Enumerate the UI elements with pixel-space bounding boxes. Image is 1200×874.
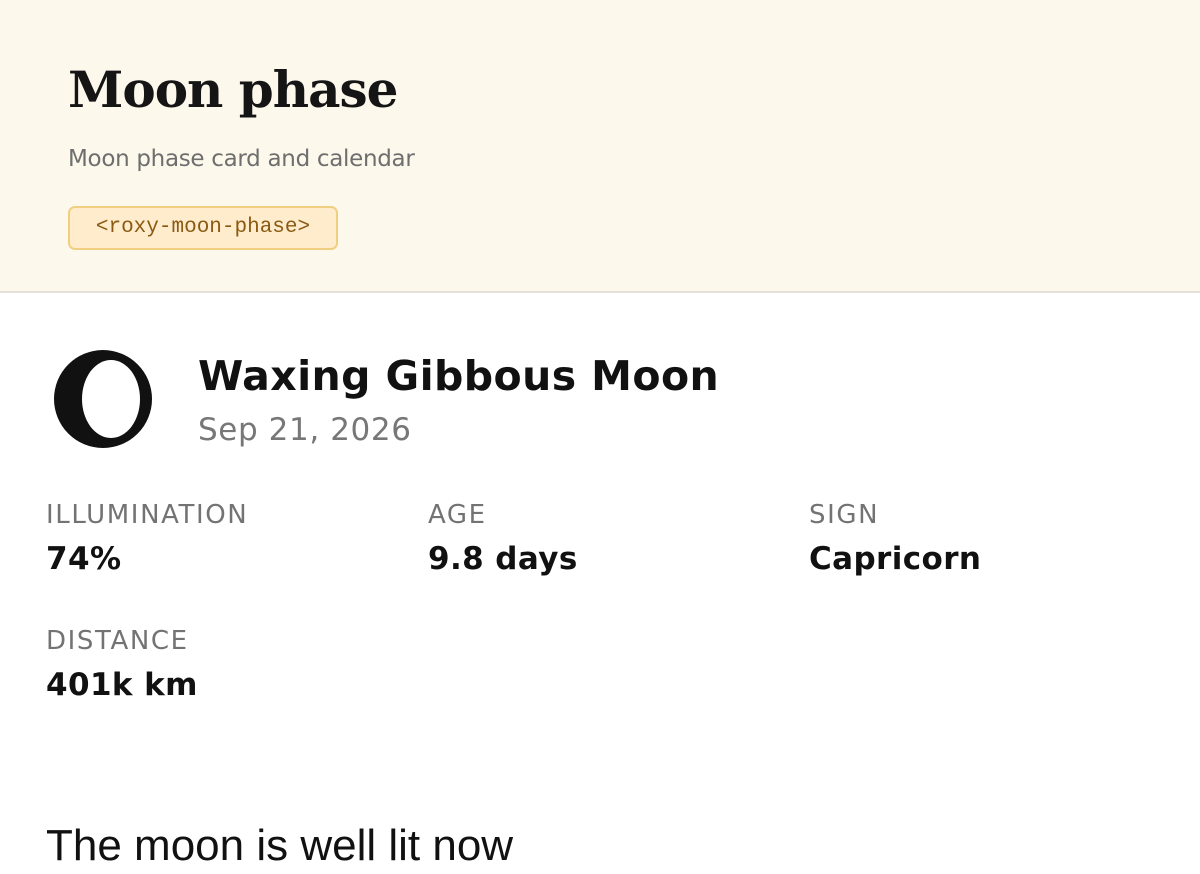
phase-description: The moon is well lit now — [46, 821, 514, 870]
moon-phase-card: Waxing Gibbous Moon Sep 21, 2026 ILLUMIN… — [0, 293, 1200, 870]
phase-name: Waxing Gibbous Moon — [198, 352, 720, 400]
phase-date: Sep 21, 2026 — [198, 412, 412, 448]
page-subtitle: Moon phase card and calendar — [68, 146, 415, 172]
stat-label: SIGN — [809, 500, 880, 530]
page-header: Moon phase Moon phase card and calendar … — [0, 0, 1200, 293]
stat-label: AGE — [428, 500, 487, 530]
stat-label: ILLUMINATION — [46, 500, 249, 530]
stat-value: 401k km — [46, 667, 198, 703]
stat-illumination: ILLUMINATION 74% — [46, 499, 406, 579]
stat-value: Capricorn — [809, 541, 982, 577]
component-tag-badge: <roxy-moon-phase> — [68, 206, 338, 250]
stat-sign: SIGN Capricorn — [809, 499, 1169, 579]
page-title: Moon phase — [68, 60, 398, 119]
stat-label: DISTANCE — [46, 626, 189, 656]
waxing-gibbous-moon-icon — [54, 350, 152, 448]
stat-value: 9.8 days — [428, 541, 578, 577]
stat-value: 74% — [46, 541, 122, 577]
stat-age: AGE 9.8 days — [428, 499, 788, 579]
stat-distance: DISTANCE 401k km — [46, 625, 406, 705]
